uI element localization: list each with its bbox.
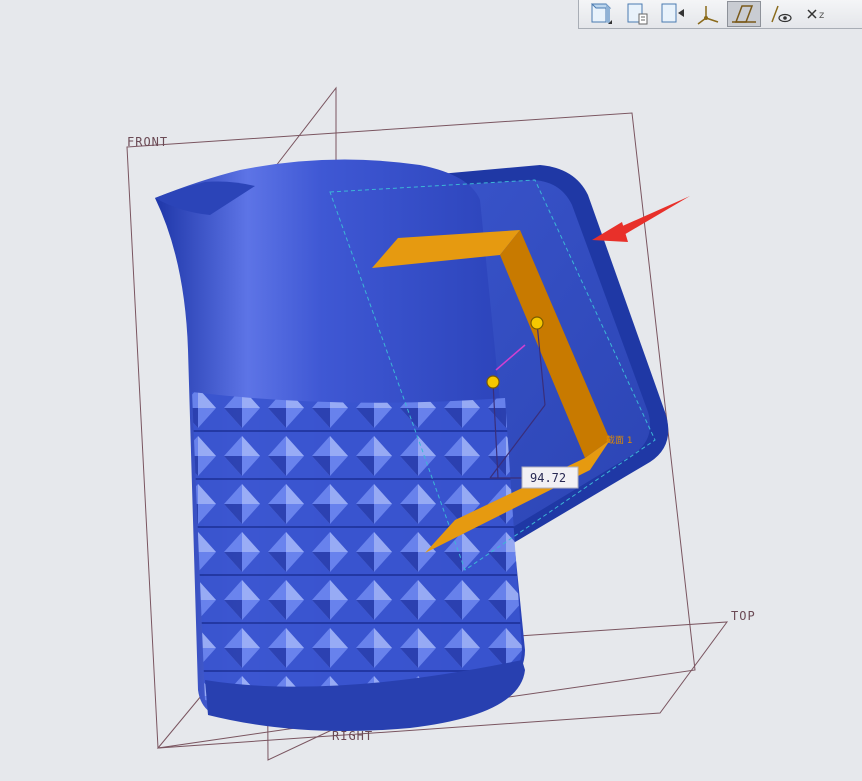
sketch-view-button[interactable]	[727, 1, 761, 27]
3d-viewport[interactable]: 94.72 截面 1 FRONT TOP RIGHT	[0, 0, 862, 777]
dimension-value: 94.72	[530, 471, 566, 485]
datum-plane-arrow-button[interactable]	[655, 1, 689, 27]
close-x-icon: z	[807, 9, 824, 21]
datum-plane-arrow-icon	[661, 3, 684, 23]
sketch-view-icon	[732, 5, 756, 23]
datum-plane-list-button[interactable]	[619, 1, 653, 27]
textured-band	[192, 392, 522, 716]
annotation-arrow	[592, 196, 690, 242]
show-hide-icon	[771, 5, 792, 23]
section-label: 截面 1	[606, 434, 633, 446]
datum-csys-button[interactable]	[691, 1, 725, 27]
sketch-point-1[interactable]	[530, 316, 544, 330]
plane-label-front: FRONT	[127, 135, 168, 149]
view-toolbar: z	[578, 0, 862, 29]
datum-plane-list-icon	[627, 3, 648, 25]
datum-plane-button[interactable]	[583, 1, 617, 27]
sketch-point-2[interactable]	[486, 375, 500, 389]
plane-label-right: RIGHT	[332, 729, 373, 743]
svg-text:z: z	[819, 10, 824, 21]
show-hide-button[interactable]	[763, 1, 797, 27]
plane-label-top: TOP	[731, 609, 756, 623]
close-x-button[interactable]: z	[799, 1, 833, 27]
datum-csys-icon	[697, 6, 719, 25]
datum-plane-icon	[590, 3, 612, 24]
